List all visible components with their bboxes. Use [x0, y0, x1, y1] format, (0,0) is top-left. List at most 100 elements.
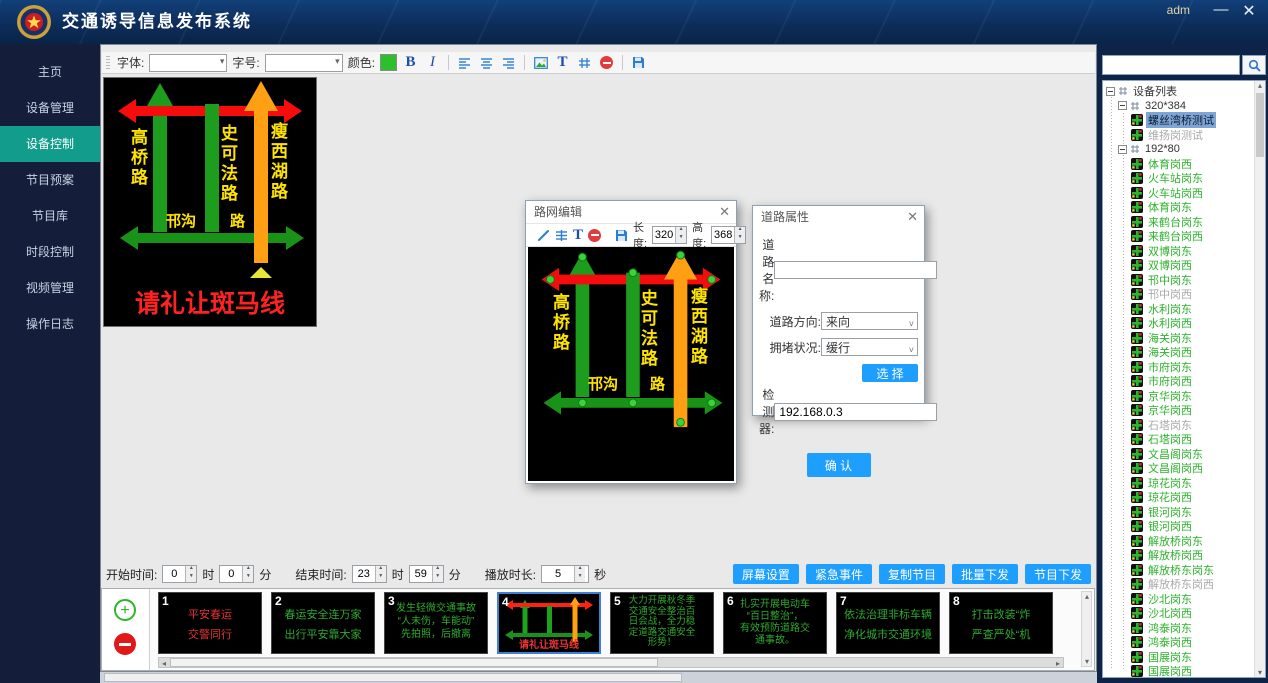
start-minute-stepper[interactable]: ▲▼	[219, 565, 254, 583]
tree-node[interactable]: 银河岗西	[1103, 519, 1265, 534]
program-thumbnail[interactable]: 6 扎实开展电动车“百日整治”，有效预防道路交通事故。	[723, 592, 827, 654]
save-icon[interactable]	[615, 227, 628, 244]
tree-node[interactable]: 海关岗东	[1103, 331, 1265, 346]
road-direction-select[interactable]: 来向˅	[821, 312, 918, 330]
stepper-arrows-icon[interactable]: ▲▼	[242, 566, 253, 582]
action-button[interactable]: 紧急事件	[806, 564, 872, 584]
save-icon[interactable]	[630, 54, 647, 71]
device-label[interactable]: 国展岗西	[1146, 663, 1194, 678]
road-name-input[interactable]	[774, 261, 937, 279]
program-thumbnail[interactable]: 1 平安春运交警同行	[158, 592, 262, 654]
main-horizontal-scrollbar[interactable]	[100, 672, 1097, 683]
delete-item-icon[interactable]	[588, 227, 601, 244]
device-label[interactable]: 设备列表	[1131, 83, 1179, 99]
stepper-arrows-icon[interactable]: ▲▼	[432, 566, 443, 582]
tree-node[interactable]: 解放桥岗东	[1103, 534, 1265, 549]
device-search-input[interactable]	[1102, 55, 1240, 75]
playlist-vertical-scrollbar[interactable]: ▴ ▾	[1081, 591, 1092, 667]
scrollbar-thumb[interactable]	[170, 658, 658, 667]
tree-node[interactable]: 邗中岗西	[1103, 287, 1265, 302]
action-button[interactable]: 复制节目	[879, 564, 945, 584]
program-thumbnail[interactable]: 7 依法治理非标车辆净化城市交通环境	[836, 592, 940, 654]
italic-button[interactable]: I	[424, 54, 441, 71]
tree-node[interactable]: 邗中岗东	[1103, 273, 1265, 288]
tree-node[interactable]: 沙北岗西	[1103, 606, 1265, 621]
minimize-button[interactable]: —	[1210, 1, 1232, 18]
tree-node[interactable]: 192*80	[1103, 142, 1265, 157]
tree-node[interactable]: 体育岗西	[1103, 157, 1265, 172]
tree-node[interactable]: 维扬岗测试	[1103, 128, 1265, 143]
align-right-icon[interactable]	[500, 54, 517, 71]
road-editor-canvas[interactable]: 高桥路 史可法路 瘦西湖路 邗沟 路	[528, 247, 734, 481]
tree-node[interactable]: 解放桥东岗西	[1103, 577, 1265, 592]
playlist-horizontal-scrollbar[interactable]: ◂ ▸	[158, 657, 1064, 668]
tree-expander-icon[interactable]	[1106, 87, 1115, 96]
tree-node[interactable]: 火车站岗西	[1103, 186, 1265, 201]
length-input[interactable]	[653, 227, 675, 243]
insert-image-icon[interactable]	[532, 54, 549, 71]
tree-node[interactable]: 京华岗西	[1103, 403, 1265, 418]
remove-program-button[interactable]	[114, 633, 136, 655]
end-hour-stepper[interactable]: ▲▼	[352, 565, 387, 583]
start-minute-input[interactable]	[220, 566, 242, 582]
start-hour-input[interactable]	[163, 566, 185, 582]
duration-input[interactable]	[542, 566, 574, 582]
tree-expander-icon[interactable]	[1118, 101, 1127, 110]
program-thumbnail[interactable]: 3 发生轻微交通事故“人未伤，车能动”先拍照，后撤离	[384, 592, 488, 654]
color-swatch[interactable]	[380, 54, 397, 71]
tree-node[interactable]: 银河岗东	[1103, 505, 1265, 520]
road-network-icon[interactable]	[576, 54, 593, 71]
bold-button[interactable]: B	[402, 54, 419, 71]
stepper-arrows-icon[interactable]: ▲▼	[574, 566, 585, 582]
delete-item-icon[interactable]	[598, 54, 615, 71]
select-detector-button[interactable]: 选 择	[862, 364, 918, 382]
tree-node[interactable]: 水利岗西	[1103, 316, 1265, 331]
length-stepper[interactable]: ▲▼	[652, 226, 687, 244]
sidebar-item[interactable]: 主页	[0, 54, 100, 90]
tree-node[interactable]: 320*384	[1103, 99, 1265, 114]
tree-node[interactable]: 解放桥东岗东	[1103, 563, 1265, 578]
sidebar-item[interactable]: 操作日志	[0, 306, 100, 342]
tree-node[interactable]: 石塔岗西	[1103, 432, 1265, 447]
program-thumbnail[interactable]: 4 请礼让斑马线	[497, 592, 601, 654]
tree-node[interactable]: 市府岗东	[1103, 360, 1265, 375]
tree-node[interactable]: 双博岗东	[1103, 244, 1265, 259]
tree-expander-icon[interactable]	[1118, 145, 1127, 154]
align-left-icon[interactable]	[456, 54, 473, 71]
scroll-up-icon[interactable]: ▴	[1082, 592, 1092, 601]
scroll-left-icon[interactable]: ◂	[159, 659, 169, 668]
sidebar-item[interactable]: 设备控制	[0, 126, 100, 162]
end-hour-input[interactable]	[353, 566, 375, 582]
crossing-icon[interactable]	[555, 227, 568, 244]
font-size-select[interactable]: ▾	[265, 54, 343, 72]
tree-node[interactable]: 设备列表	[1103, 84, 1265, 99]
tree-node[interactable]: 文昌阁岗西	[1103, 461, 1265, 476]
tree-node[interactable]: 文昌阁岗东	[1103, 447, 1265, 462]
device-search-button[interactable]	[1242, 55, 1266, 75]
stepper-arrows-icon[interactable]: ▲▼	[375, 566, 386, 582]
tree-node[interactable]: 螺丝湾桥测试	[1103, 113, 1265, 128]
add-program-button[interactable]: +	[114, 599, 136, 621]
tree-node[interactable]: 石塔岗东	[1103, 418, 1265, 433]
close-button[interactable]: ✕	[1238, 1, 1260, 21]
sidebar-item[interactable]: 视频管理	[0, 270, 100, 306]
program-thumbnail[interactable]: 8 打击改装“炸严查严处“机	[949, 592, 1053, 654]
tree-node[interactable]: 解放桥岗西	[1103, 548, 1265, 563]
start-hour-stepper[interactable]: ▲▼	[162, 565, 197, 583]
device-label[interactable]: 192*80	[1143, 143, 1182, 155]
detector-input[interactable]	[774, 403, 937, 421]
device-label[interactable]: 维扬岗测试	[1146, 127, 1205, 143]
scroll-right-icon[interactable]: ▸	[1053, 659, 1063, 668]
tree-node[interactable]: 京华岗东	[1103, 389, 1265, 404]
tree-node[interactable]: 琼花岗西	[1103, 490, 1265, 505]
close-icon[interactable]: ✕	[907, 206, 918, 228]
tree-node[interactable]: 海关岗西	[1103, 345, 1265, 360]
dialog-titlebar[interactable]: 路网编辑 ✕	[526, 201, 736, 223]
stepper-arrows-icon[interactable]: ▲▼	[185, 566, 196, 582]
height-input[interactable]	[712, 227, 734, 243]
scroll-down-icon[interactable]: ▾	[1082, 657, 1092, 666]
sidebar-item[interactable]: 时段控制	[0, 234, 100, 270]
tree-node[interactable]: 来鹤台岗东	[1103, 215, 1265, 230]
insert-text-icon[interactable]: T	[554, 54, 571, 71]
tree-node[interactable]: 鸿泰岗西	[1103, 635, 1265, 650]
